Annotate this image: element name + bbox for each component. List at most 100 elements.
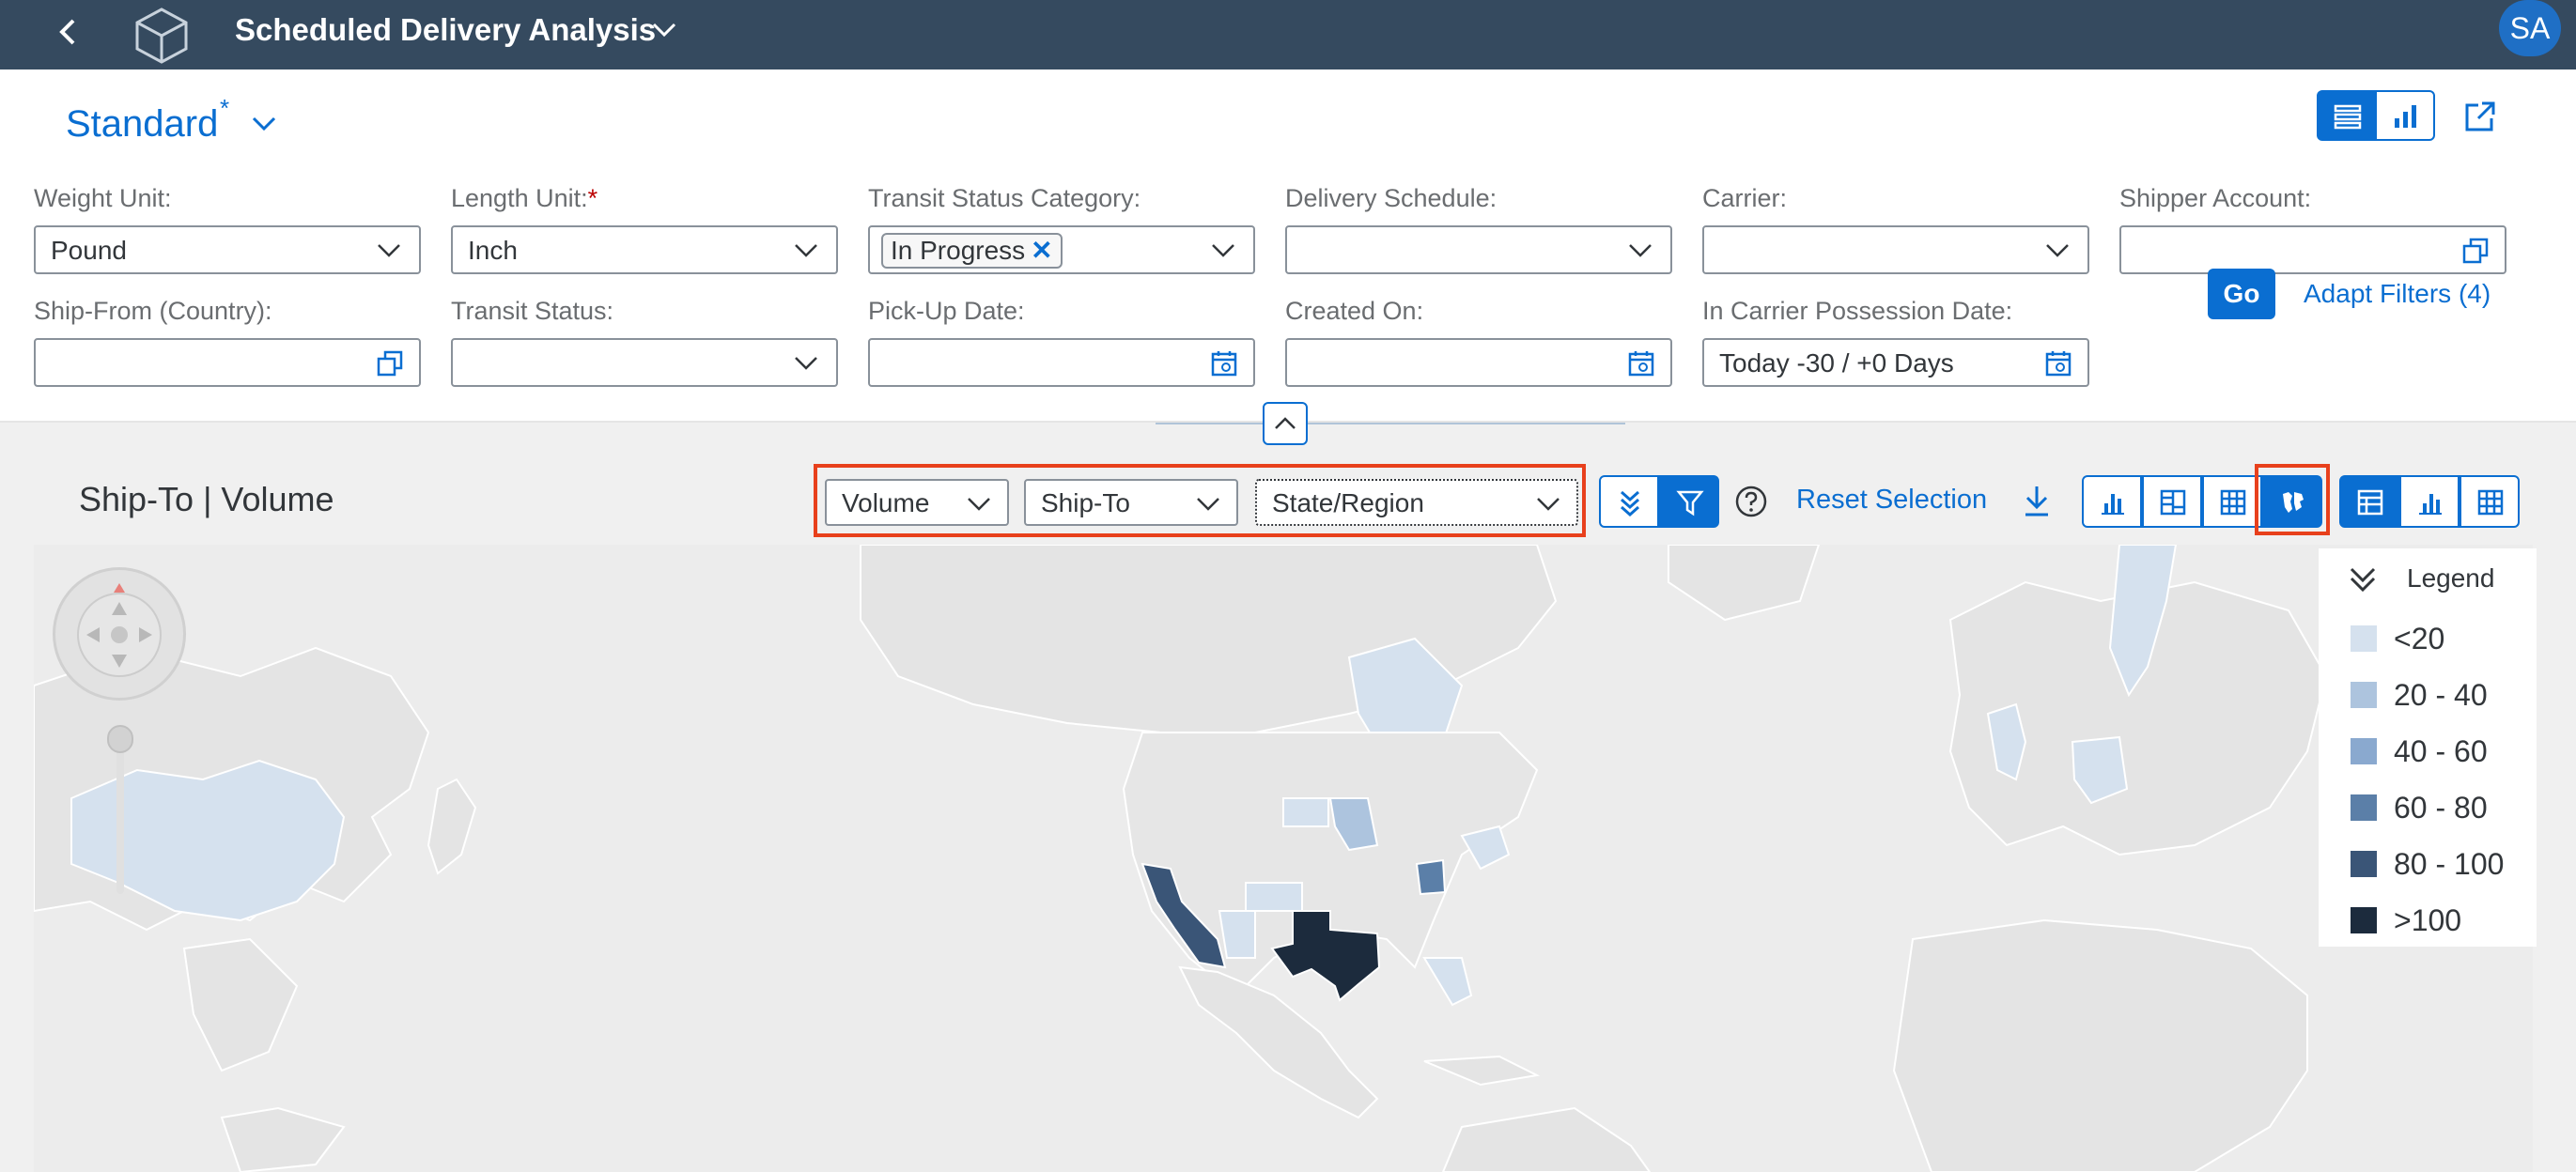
reset-selection-link[interactable]: Reset Selection	[1796, 481, 1987, 518]
pick-up-date-label: Pick-Up Date:	[868, 297, 1025, 325]
download-icon[interactable]	[2020, 483, 2054, 518]
legend-swatch	[2351, 907, 2377, 933]
calendar-icon[interactable]	[2044, 349, 2072, 378]
filter-bar: Standard * Weight Unit: Length Unit:* Tr…	[0, 69, 2576, 423]
legend-swatch	[2351, 738, 2377, 764]
chart-table-icon	[2357, 489, 2383, 516]
zoom-slider-handle[interactable]	[107, 725, 133, 753]
choropleth-map[interactable]	[34, 545, 2533, 1172]
legend-label: 60 - 80	[2394, 791, 2488, 825]
filter-button[interactable]	[1659, 475, 1719, 528]
compact-view-button[interactable]	[2317, 90, 2377, 141]
measure-select[interactable]: Volume	[825, 479, 1009, 526]
carrier-possession-date-input[interactable]: Today -30 / +0 Days	[1702, 338, 2089, 387]
chevron-down-icon[interactable]	[376, 240, 402, 261]
compass-icon[interactable]	[72, 583, 166, 686]
close-icon[interactable]: ✕	[1031, 236, 1052, 265]
shipper-account-input[interactable]	[2119, 225, 2506, 274]
drill-down-button[interactable]	[1599, 475, 1659, 528]
kansas-region[interactable]	[1245, 882, 1303, 912]
chevron-down-icon[interactable]	[650, 19, 678, 41]
delivery-schedule-select[interactable]	[1285, 225, 1672, 274]
heatmap-icon	[2220, 489, 2246, 516]
chevron-down-icon[interactable]	[793, 240, 819, 261]
legend-label: <20	[2394, 622, 2445, 655]
transit-status-select[interactable]	[451, 338, 838, 387]
column-chart-button[interactable]	[2082, 475, 2142, 528]
help-icon[interactable]	[1734, 485, 1768, 518]
go-button[interactable]: Go	[2208, 269, 2275, 319]
chart-title: Ship-To | Volume	[79, 480, 334, 518]
north-dakota-region[interactable]	[1282, 797, 1329, 827]
adapt-filters-link[interactable]: Adapt Filters (4)	[2304, 276, 2491, 312]
avatar[interactable]: SA	[2499, 0, 2561, 56]
chevron-down-icon[interactable]	[1195, 494, 1221, 515]
map-navigation-control[interactable]	[53, 567, 186, 701]
chevron-down-icon[interactable]	[1210, 240, 1236, 261]
heatmap-chart-button[interactable]	[2202, 475, 2262, 528]
variant-name[interactable]: Standard	[66, 100, 218, 148]
length-unit-label: Length Unit:*	[451, 184, 598, 212]
split-chart-button[interactable]	[2142, 475, 2202, 528]
collapse-legend-icon[interactable]	[2347, 563, 2379, 595]
drill-down-icon	[1621, 490, 1639, 517]
length-unit-select[interactable]: Inch	[451, 225, 838, 274]
measure-value: Volume	[842, 488, 930, 517]
ohio-region[interactable]	[1415, 858, 1447, 896]
created-on-input[interactable]	[1285, 338, 1672, 387]
pick-up-date-input[interactable]	[868, 338, 1255, 387]
chevron-down-icon[interactable]	[1535, 494, 1561, 515]
dimension-value: Ship-To	[1041, 488, 1130, 517]
back-icon[interactable]	[51, 13, 88, 51]
in-progress-token[interactable]: In Progress ✕	[881, 233, 1063, 269]
length-unit-value: Inch	[468, 236, 518, 265]
legend-swatch	[2351, 794, 2377, 821]
transit-status-category-multiselect[interactable]: In Progress ✕	[868, 225, 1255, 274]
bar-chart-icon	[2395, 105, 2416, 128]
legend-swatch	[2351, 682, 2377, 708]
calendar-icon[interactable]	[1210, 349, 1238, 378]
collapse-header-button[interactable]	[1263, 402, 1308, 445]
value-help-icon[interactable]	[2461, 237, 2490, 265]
created-on-label: Created On:	[1285, 297, 1424, 325]
value-help-icon[interactable]	[376, 349, 404, 378]
legend-label: 40 - 60	[2394, 734, 2488, 768]
chevron-down-icon[interactable]	[1627, 240, 1653, 261]
chart-table-view-button[interactable]	[2339, 475, 2399, 528]
legend-title: Legend	[2407, 563, 2495, 593]
dimension-select[interactable]: Ship-To	[1024, 479, 1238, 526]
zoom-slider[interactable]	[116, 729, 124, 894]
calendar-icon[interactable]	[1627, 349, 1655, 378]
chart-only-view-button[interactable]	[2399, 475, 2460, 528]
africa-region[interactable]	[1892, 918, 2308, 1172]
weight-unit-select[interactable]: Pound	[34, 225, 421, 274]
carrier-label: Carrier:	[1702, 184, 1788, 212]
list-icon	[2334, 104, 2362, 130]
chevron-down-icon[interactable]	[2044, 240, 2071, 261]
carrier-select[interactable]	[1702, 225, 2089, 274]
legend-swatch	[2351, 851, 2377, 877]
world-map[interactable]	[34, 545, 2533, 1172]
share-icon[interactable]	[2461, 98, 2499, 135]
legend-label: >100	[2394, 903, 2462, 937]
legend-label: 20 - 40	[2394, 678, 2488, 712]
app-logo-icon[interactable]	[132, 6, 192, 64]
app-title[interactable]: Scheduled Delivery Analysis	[235, 11, 656, 49]
table-only-view-button[interactable]	[2460, 475, 2520, 528]
level-value: State/Region	[1272, 488, 1424, 517]
variant-modified-marker: *	[220, 94, 230, 122]
carrier-possession-date-label: In Carrier Possession Date:	[1702, 297, 2013, 325]
bar-chart-icon	[2419, 494, 2442, 515]
split-chart-icon	[2160, 489, 2186, 516]
level-select[interactable]: State/Region	[1255, 479, 1578, 526]
chart-view-button[interactable]	[2375, 90, 2435, 141]
chevron-down-icon[interactable]	[966, 494, 992, 515]
legend-label: 80 - 100	[2394, 847, 2505, 881]
table-icon	[2477, 489, 2504, 516]
chevron-down-icon[interactable]	[250, 113, 278, 135]
chevron-down-icon[interactable]	[793, 353, 819, 374]
ship-from-country-input[interactable]	[34, 338, 421, 387]
shipper-account-label: Shipper Account:	[2119, 184, 2312, 212]
transit-status-label: Transit Status:	[451, 297, 614, 325]
carrier-possession-date-value: Today -30 / +0 Days	[1719, 348, 1954, 378]
